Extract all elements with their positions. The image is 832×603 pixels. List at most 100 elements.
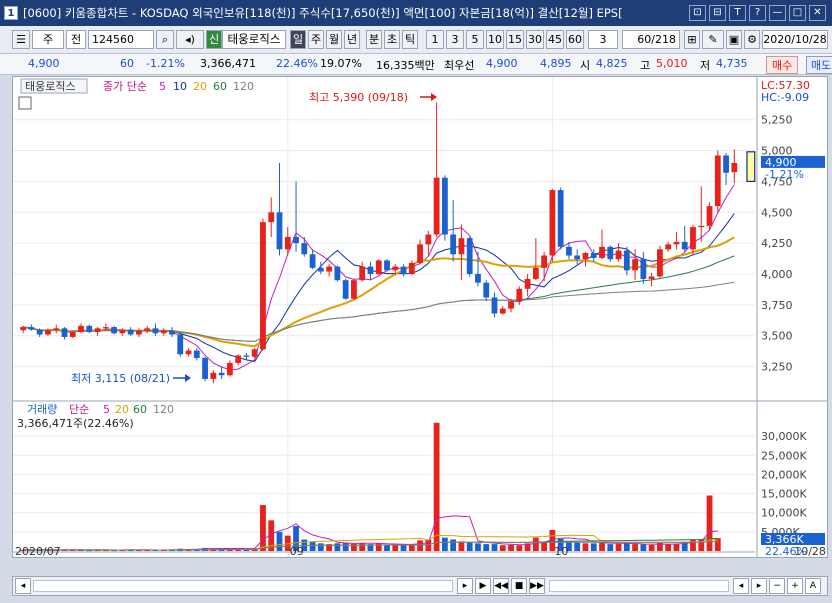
price-volume-chart[interactable]: 3,2503,5003,7504,0004,2504,5004,7505,000… [13, 77, 827, 558]
best-ask: 4,900 [486, 57, 518, 70]
font-size-button[interactable]: A [805, 578, 821, 594]
stock-code-input[interactable]: 124560 [88, 30, 154, 49]
save-icon[interactable]: ▣ [726, 30, 742, 49]
zoom-left-button[interactable]: ◂ [733, 578, 749, 594]
candle-body [94, 328, 101, 333]
interval-10-button[interactable]: 10 [486, 30, 504, 49]
volume-bar [417, 540, 423, 551]
trade-amount: 16,335백만 [376, 59, 435, 72]
current-volume-pct: 22.46% [765, 545, 807, 557]
period-day-button[interactable]: 일 [290, 30, 306, 49]
volume-bar [673, 543, 680, 551]
low-price: 4,735 [716, 57, 748, 70]
period-second-button[interactable]: 초 [384, 30, 400, 49]
price-tick-label: 3,500 [761, 330, 793, 343]
title-bar: 1 [0600] 키움종합차트 - KOSDAQ 외국인보유[118(천)] 주… [0, 0, 832, 26]
tile-window-button[interactable]: ⊟ [709, 5, 726, 21]
period-week-button[interactable]: 주 [308, 30, 324, 49]
draw-tools-icon[interactable]: ✎ [702, 30, 724, 49]
volume-bar [690, 539, 696, 551]
volume-bar [458, 541, 465, 551]
chart-mode-select[interactable]: 주 [32, 30, 64, 49]
volume-bar [499, 545, 506, 551]
date-input[interactable]: 2020/10/28 [762, 30, 828, 49]
interval-5-button[interactable]: 5 [466, 30, 484, 49]
ma120-legend: 120 [233, 80, 254, 93]
best-bid: 4,895 [540, 57, 572, 70]
period-tick-button[interactable]: 틱 [402, 30, 418, 49]
bar-count-input[interactable]: 60/218 [622, 30, 680, 49]
candle-body [582, 253, 589, 260]
price-tick-label: 4,000 [761, 268, 793, 281]
candle-body [351, 280, 357, 299]
interval-1-button[interactable]: 1 [426, 30, 444, 49]
interval-30-button[interactable]: 30 [526, 30, 544, 49]
interval-3-button[interactable]: 3 [446, 30, 464, 49]
sound-icon[interactable]: ◂) [176, 30, 204, 49]
volume-bar [590, 543, 597, 551]
volume-bar [632, 544, 638, 551]
period-year-button[interactable]: 년 [344, 30, 360, 49]
period-month-button[interactable]: 월 [326, 30, 342, 49]
volume-bar [516, 545, 523, 551]
candle-body [235, 355, 242, 363]
interval-60-button[interactable]: 60 [566, 30, 584, 49]
zoom-right-button[interactable]: ▸ [751, 578, 767, 594]
volume-bar [260, 505, 266, 551]
link-window-button[interactable]: ⊡ [689, 5, 706, 21]
candle-body [218, 372, 225, 376]
volume-bar [615, 543, 622, 551]
minimize-button[interactable]: — [769, 5, 786, 21]
maximize-button[interactable]: □ [789, 5, 806, 21]
scroll-left-button[interactable]: ◂ [15, 578, 31, 594]
play-button[interactable]: ▶ [475, 578, 491, 594]
interval-select[interactable]: 3 [588, 30, 618, 49]
interval-15-button[interactable]: 15 [506, 30, 524, 49]
candle-body [309, 254, 316, 268]
buy-button[interactable]: 매수 [766, 56, 799, 74]
zoom-out-button[interactable]: − [769, 578, 785, 594]
candle-body [607, 246, 614, 260]
close-button[interactable]: ✕ [809, 5, 826, 21]
scroll-right-button[interactable]: ▸ [457, 578, 473, 594]
grid-toggle-icon[interactable] [18, 96, 32, 110]
candle-body [243, 355, 250, 357]
rewind-button[interactable]: ◀◀ [493, 578, 509, 594]
candle-body [441, 177, 448, 235]
chart-area[interactable]: 3,250 3,500 3,750 4,000 4,250 4,500 4,750 5,000… [12, 76, 828, 558]
period-minute-button[interactable]: 분 [366, 30, 382, 49]
zoom-in-button[interactable]: + [787, 578, 803, 594]
new-listing-badge: 신 [206, 30, 222, 49]
candle-body [78, 325, 84, 333]
volume-tick-label: 15,000K [761, 488, 807, 501]
candle-body [36, 329, 43, 335]
interval-45-button[interactable]: 45 [546, 30, 564, 49]
volume-bar [623, 543, 630, 551]
candle-body [284, 236, 291, 250]
sell-button[interactable]: 매도 [806, 56, 832, 74]
volume-bar [342, 542, 349, 551]
candle-body [648, 276, 655, 279]
volume-bar [607, 544, 614, 551]
zoom-slider[interactable] [549, 580, 729, 592]
vol-ma120-legend: 120 [153, 403, 174, 416]
help-button[interactable]: ? [749, 5, 766, 21]
candle-body [681, 241, 688, 250]
horizontal-scrollbar[interactable] [33, 580, 453, 592]
stop-button[interactable]: ■ [511, 578, 527, 594]
gear-icon[interactable]: ⚙ [744, 30, 760, 49]
candle-body [640, 259, 647, 279]
market-select[interactable]: 전 [66, 30, 86, 49]
text-window-button[interactable]: T [729, 5, 746, 21]
current-price: 4,900 [28, 57, 60, 70]
candle-body [69, 332, 76, 337]
chart-navigation-bar: ◂ ▸ ▶ ◀◀ ■ ▶▶ ◂ ▸ − + A [12, 576, 828, 596]
zoom-icon[interactable]: ⊞ [684, 30, 700, 49]
search-icon[interactable]: ⌕ [156, 30, 174, 49]
forward-button[interactable]: ▶▶ [529, 578, 545, 594]
candle-body [334, 266, 341, 281]
candle-body [86, 325, 93, 333]
menu-icon[interactable]: ☰ [12, 30, 30, 49]
date-tick-label: 2020/07 [15, 545, 61, 557]
window-buttons: ⊡ ⊟ T ? — □ ✕ [689, 5, 826, 21]
